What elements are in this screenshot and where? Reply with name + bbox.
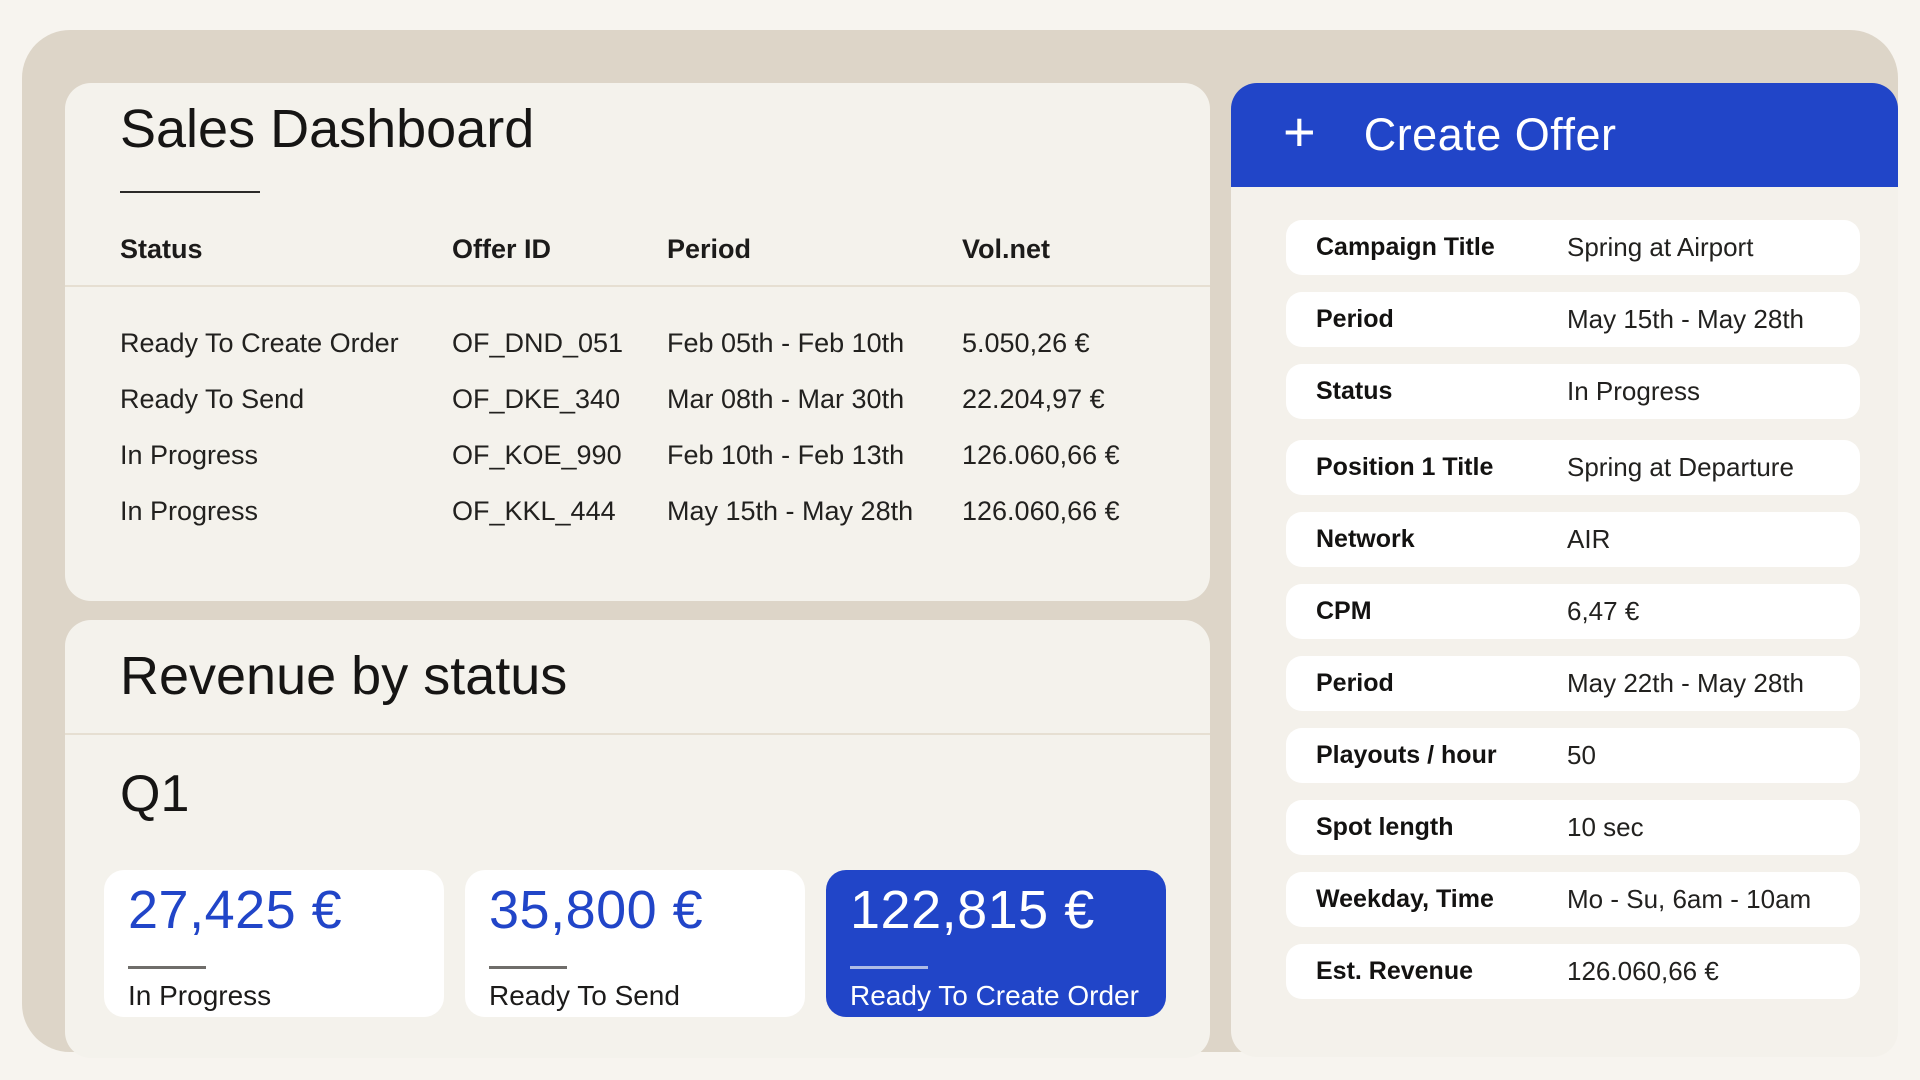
cell-status: In Progress <box>120 496 452 527</box>
field-label: Est. Revenue <box>1316 957 1567 986</box>
column-header-status: Status <box>120 234 452 265</box>
field-label: Spot length <box>1316 813 1567 842</box>
field-playouts-per-hour[interactable]: Playouts / hour 50 <box>1286 728 1860 783</box>
offer-general-section: Campaign Title Spring at Airport Period … <box>1286 220 1860 419</box>
revenue-stats-row: 27,425 € In Progress 35,800 € Ready To S… <box>104 870 1166 1017</box>
field-value: 10 sec <box>1567 812 1644 843</box>
cell-offer-id: OF_KOE_990 <box>452 440 667 471</box>
cell-vol-net: 22.204,97 € <box>962 384 1155 415</box>
field-label: Period <box>1316 669 1567 698</box>
field-weekday-time[interactable]: Weekday, Time Mo - Su, 6am - 10am <box>1286 872 1860 927</box>
field-value: May 22th - May 28th <box>1567 668 1804 699</box>
field-value: In Progress <box>1567 376 1700 407</box>
stat-card-ready-to-send[interactable]: 35,800 € Ready To Send <box>465 870 805 1017</box>
table-row[interactable]: Ready To Send OF_DKE_340 Mar 08th - Mar … <box>65 371 1210 427</box>
field-status[interactable]: Status In Progress <box>1286 364 1860 419</box>
cell-offer-id: OF_DND_051 <box>452 328 667 359</box>
stat-card-ready-to-create-order[interactable]: 122,815 € Ready To Create Order <box>826 870 1166 1017</box>
field-value: AIR <box>1567 524 1610 555</box>
field-est-revenue[interactable]: Est. Revenue 126.060,66 € <box>1286 944 1860 999</box>
field-value: 126.060,66 € <box>1567 956 1719 987</box>
field-cpm[interactable]: CPM 6,47 € <box>1286 584 1860 639</box>
field-value: Spring at Airport <box>1567 232 1753 263</box>
field-campaign-title[interactable]: Campaign Title Spring at Airport <box>1286 220 1860 275</box>
cell-offer-id: OF_DKE_340 <box>452 384 667 415</box>
field-label: Status <box>1316 377 1567 406</box>
field-label: Position 1 Title <box>1316 453 1567 482</box>
field-label: Campaign Title <box>1316 233 1567 262</box>
cell-period: Feb 10th - Feb 13th <box>667 440 962 471</box>
column-header-period: Period <box>667 234 962 265</box>
cell-status: In Progress <box>120 440 452 471</box>
field-value: 50 <box>1567 740 1596 771</box>
sales-dashboard-app: Sales Dashboard Status Offer ID Period V… <box>0 0 1920 1080</box>
stat-underline <box>128 966 206 969</box>
stat-label: Ready To Create Order <box>850 980 1139 1012</box>
table-row[interactable]: In Progress OF_KOE_990 Feb 10th - Feb 13… <box>65 427 1210 483</box>
stat-value: 122,815 € <box>850 878 1095 943</box>
field-value: May 15th - May 28th <box>1567 304 1804 335</box>
stat-value: 27,425 € <box>128 878 342 943</box>
cell-period: Feb 05th - Feb 10th <box>667 328 962 359</box>
cell-status: Ready To Create Order <box>120 328 452 359</box>
cell-vol-net: 5.050,26 € <box>962 328 1155 359</box>
field-label: CPM <box>1316 597 1567 626</box>
field-network[interactable]: Network AIR <box>1286 512 1860 567</box>
field-position-1-title[interactable]: Position 1 Title Spring at Departure <box>1286 440 1860 495</box>
offer-position-section: Position 1 Title Spring at Departure Net… <box>1286 440 1860 999</box>
app-shell: Sales Dashboard Status Offer ID Period V… <box>22 30 1898 1052</box>
create-offer-panel: + Create Offer Campaign Title Spring at … <box>1231 83 1898 1057</box>
field-label: Network <box>1316 525 1567 554</box>
field-period[interactable]: Period May 15th - May 28th <box>1286 292 1860 347</box>
stat-label: Ready To Send <box>489 980 680 1012</box>
column-header-offer-id: Offer ID <box>452 234 667 265</box>
cell-period: Mar 08th - Mar 30th <box>667 384 962 415</box>
revenue-by-status-card: Revenue by status Q1 27,425 € In Progres… <box>65 620 1210 1058</box>
create-offer-button[interactable]: + Create Offer <box>1231 83 1898 187</box>
sales-dashboard-card: Sales Dashboard Status Offer ID Period V… <box>65 83 1210 601</box>
cell-status: Ready To Send <box>120 384 452 415</box>
page-title: Sales Dashboard <box>120 97 534 162</box>
field-value: Spring at Departure <box>1567 452 1794 483</box>
field-label: Playouts / hour <box>1316 741 1567 770</box>
quarter-label: Q1 <box>120 763 189 825</box>
stat-underline <box>850 966 928 969</box>
offers-table-header: Status Offer ID Period Vol.net <box>65 231 1210 267</box>
stat-card-in-progress[interactable]: 27,425 € In Progress <box>104 870 444 1017</box>
field-label: Period <box>1316 305 1567 334</box>
table-header-divider <box>65 285 1210 287</box>
field-value: Mo - Su, 6am - 10am <box>1567 884 1811 915</box>
create-offer-form: Campaign Title Spring at Airport Period … <box>1231 187 1898 1057</box>
cell-vol-net: 126.060,66 € <box>962 496 1155 527</box>
field-position-period[interactable]: Period May 22th - May 28th <box>1286 656 1860 711</box>
revenue-card-divider <box>65 733 1210 735</box>
stat-underline <box>489 966 567 969</box>
stat-label: In Progress <box>128 980 271 1012</box>
create-offer-title: Create Offer <box>1364 109 1617 161</box>
table-row[interactable]: In Progress OF_KKL_444 May 15th - May 28… <box>65 483 1210 539</box>
field-spot-length[interactable]: Spot length 10 sec <box>1286 800 1860 855</box>
cell-period: May 15th - May 28th <box>667 496 962 527</box>
column-header-vol-net: Vol.net <box>962 234 1155 265</box>
title-underline <box>120 191 260 193</box>
plus-icon: + <box>1283 104 1316 166</box>
stat-value: 35,800 € <box>489 878 703 943</box>
table-row[interactable]: Ready To Create Order OF_DND_051 Feb 05t… <box>65 315 1210 371</box>
cell-vol-net: 126.060,66 € <box>962 440 1155 471</box>
field-value: 6,47 € <box>1567 596 1639 627</box>
cell-offer-id: OF_KKL_444 <box>452 496 667 527</box>
revenue-card-title: Revenue by status <box>120 644 567 709</box>
field-label: Weekday, Time <box>1316 885 1567 914</box>
